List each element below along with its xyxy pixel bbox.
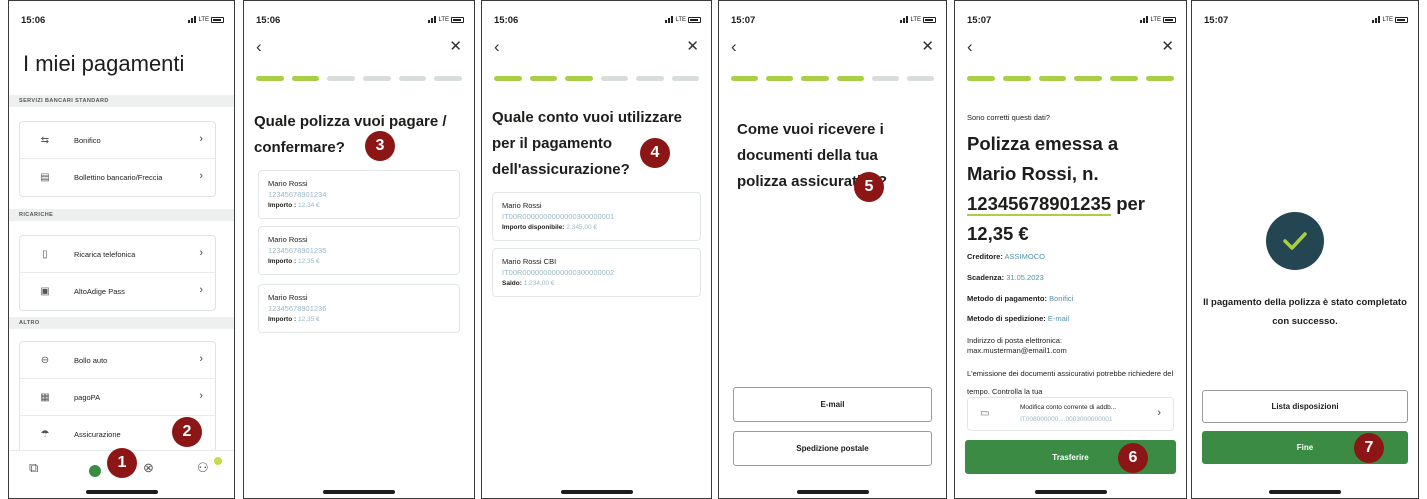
account-icon: ▭ <box>980 408 990 419</box>
email-button[interactable]: E-mail <box>733 387 932 422</box>
question-title: Quale conto vuoi utilizzare per il pagam… <box>492 109 683 178</box>
list-orders-button[interactable]: Lista disposizioni <box>1202 390 1408 423</box>
creditor-row: Creditore: ASSIMOCO <box>967 252 1045 261</box>
transfer-icon: ⇆ <box>40 134 50 146</box>
chevron-right-icon: › <box>199 284 203 296</box>
status-bar: 15:06 LTE <box>256 15 464 29</box>
menu-item-bonifico[interactable]: ⇆ Bonifico › <box>20 122 215 159</box>
status-bar: 15:07 LTE <box>731 15 936 29</box>
menu-item-bollo-auto[interactable]: ⊖ Bollo auto › <box>20 342 215 379</box>
menu-item-pagopa[interactable]: ▦ pagoPA › <box>20 379 215 416</box>
success-message: Il pagamento della polizza è stato compl… <box>1203 297 1407 327</box>
due-row: Scadenza: 31.05.2023 <box>967 273 1044 282</box>
summary-title: Polizza emessa a Mario Rossi, n. 1234567… <box>967 133 1145 244</box>
policy-card[interactable]: Mario Rossi 12345678901234 Importo : 12,… <box>258 170 460 219</box>
policy-card[interactable]: Mario Rossi 12345678901235 Importo : 12,… <box>258 226 460 275</box>
chevron-right-icon: › <box>199 390 203 402</box>
screen-select-policy: 15:06 LTE ‹ ✕ Quale polizza vuoi pagare /… <box>243 0 475 499</box>
home-indicator <box>560 490 633 494</box>
question-title: Quale polizza vuoi pagare / confermare? <box>254 113 447 156</box>
tab-close[interactable]: ⊗ <box>143 460 154 476</box>
screen-delivery-method: 15:07 LTE ‹ ✕ Come vuoi ricevere i docume… <box>718 0 947 499</box>
status-signal: LTE <box>188 16 224 23</box>
chevron-right-icon: › <box>199 353 203 365</box>
progress-steps <box>967 76 1174 81</box>
bill-icon: ▤ <box>40 172 50 183</box>
status-bar: 15:06 LTE <box>494 15 701 29</box>
home-indicator <box>796 490 869 494</box>
step-badge: 5 <box>854 172 884 202</box>
bus-icon: ▣ <box>40 286 50 297</box>
group-standard: ⇆ Bonifico › ▤ Bollettino bancario/Freccia › <box>19 121 216 197</box>
back-icon[interactable]: ‹ <box>256 38 262 55</box>
close-icon[interactable]: ✕ <box>686 39 699 55</box>
home-indicator <box>1269 490 1341 494</box>
tab-payments[interactable] <box>89 465 101 477</box>
section-header: ALTRO <box>9 317 234 329</box>
postal-button[interactable]: Spedizione postale <box>733 431 932 466</box>
step-badge: 7 <box>1354 433 1384 463</box>
back-icon[interactable]: ‹ <box>494 38 500 55</box>
notification-dot <box>214 457 222 465</box>
section-header: RICARICHE <box>9 209 234 221</box>
screen-select-account: 15:06 LTE ‹ ✕ Quale conto vuoi utilizzare… <box>481 0 712 499</box>
section-header: SERVIZI BANCARI STANDARD <box>9 95 234 107</box>
menu-item-ricarica-telefonica[interactable]: ▯ Ricarica telefonica › <box>20 236 215 273</box>
screen-success: 15:07 LTE Il pagamento della polizza è s… <box>1191 0 1419 499</box>
email-row: Indirizzo di posta elettronica: max.muste… <box>967 336 1067 355</box>
method-row: Metodo di pagamento: Bonifici <box>967 294 1074 303</box>
battery-icon <box>923 16 936 23</box>
home-indicator <box>1034 490 1107 494</box>
status-bar: 15:07 LTE <box>1204 15 1408 29</box>
home-indicator <box>85 490 158 494</box>
battery-icon <box>211 16 224 23</box>
umbrella-icon: ☂ <box>40 429 50 440</box>
step-badge: 4 <box>640 138 670 168</box>
back-icon[interactable]: ‹ <box>731 38 737 55</box>
step-badge: 1 <box>107 448 137 478</box>
status-bar: 15:06 LTE <box>21 15 224 29</box>
close-icon[interactable]: ✕ <box>1161 39 1174 55</box>
chevron-right-icon: › <box>1157 407 1161 419</box>
car-icon: ⊖ <box>40 354 50 366</box>
info-note: L'emissione dei documenti assicurativi p… <box>967 369 1174 396</box>
change-account-card[interactable]: ▭ Modifica conto corrente di addb... IT0… <box>967 397 1174 431</box>
close-icon[interactable]: ✕ <box>921 39 934 55</box>
back-icon[interactable]: ‹ <box>967 38 973 55</box>
tab-profile[interactable]: ⚇ <box>197 460 209 476</box>
account-card[interactable]: Mario Rossi CBI IT00R0000000000000300000… <box>492 248 701 297</box>
step-badge: 3 <box>365 131 395 161</box>
tab-cards[interactable]: ⧉ <box>29 460 38 476</box>
account-card[interactable]: Mario Rossi IT00R0000000000000300000001 … <box>492 192 701 241</box>
confirm-question: Sono corretti questi dati? <box>967 113 1050 122</box>
step-badge: 6 <box>1118 443 1148 473</box>
question-title: Come vuoi ricevere i documenti della tua… <box>737 121 888 190</box>
menu-item-bollettino[interactable]: ▤ Bollettino bancario/Freccia › <box>20 159 215 196</box>
battery-icon <box>451 16 464 23</box>
screen-payments-menu: 15:06 LTE I miei pagamenti SERVIZI BANCA… <box>8 0 235 499</box>
battery-icon <box>1163 16 1176 23</box>
home-indicator <box>323 490 395 494</box>
screen-confirm-data: 15:07 LTE ‹ ✕ Sono corretti questi dati? … <box>954 0 1187 499</box>
menu-item-altoadige-pass[interactable]: ▣ AltoAdige Pass › <box>20 273 215 310</box>
status-bar: 15:07 LTE <box>967 15 1176 29</box>
battery-icon <box>1395 16 1408 23</box>
step-badge: 2 <box>172 417 202 447</box>
progress-steps <box>731 76 935 81</box>
chevron-right-icon: › <box>199 247 203 259</box>
progress-steps <box>494 76 699 81</box>
battery-icon <box>688 16 701 23</box>
chevron-right-icon: › <box>199 170 203 182</box>
building-icon: ▦ <box>40 391 50 403</box>
status-time: 15:06 <box>21 15 46 26</box>
phone-icon: ▯ <box>42 248 48 260</box>
progress-steps <box>256 76 463 81</box>
policy-card[interactable]: Mario Rossi 12345678901236 Importo : 12,… <box>258 284 460 333</box>
close-icon[interactable]: ✕ <box>449 39 462 55</box>
checkmark-icon <box>1266 212 1324 270</box>
chevron-right-icon: › <box>199 133 203 145</box>
group-ricariche: ▯ Ricarica telefonica › ▣ AltoAdige Pass › <box>19 235 216 311</box>
shipping-row: Metodo di spedizione: E-mail <box>967 314 1070 323</box>
page-title: I miei pagamenti <box>23 51 185 76</box>
